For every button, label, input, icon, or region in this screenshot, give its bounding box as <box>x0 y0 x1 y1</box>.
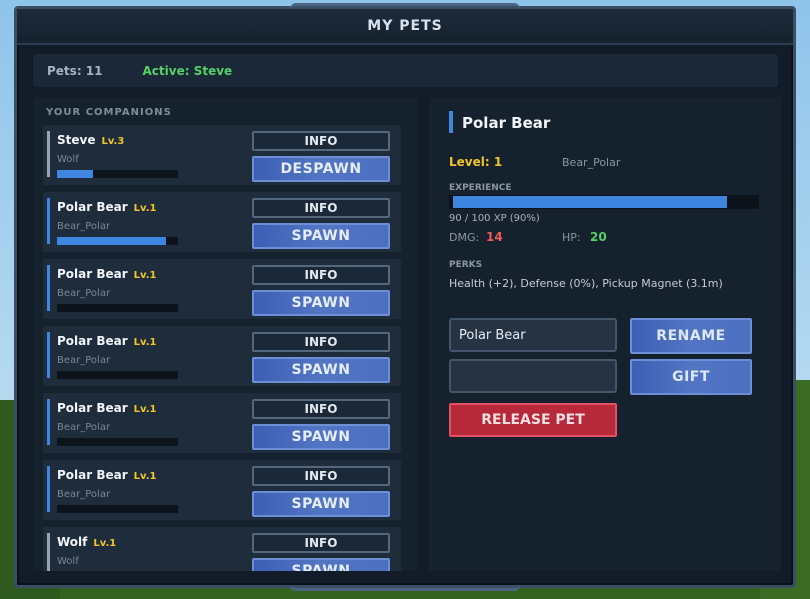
companion-xp-bar <box>57 237 178 245</box>
companion-name-text: Polar Bear <box>57 401 128 415</box>
dmg-label: DMG: <box>449 231 480 244</box>
info-button[interactable]: INFO <box>252 466 390 486</box>
bottom-ornament <box>290 581 520 591</box>
companion-card[interactable]: Polar Bear Lv.1 Bear_Polar INFO SPAWN <box>43 326 401 386</box>
companion-xp-bar <box>57 170 178 178</box>
spawn-button[interactable]: SPAWN <box>252 290 390 316</box>
companions-panel: YOUR COMPANIONS Steve Lv.3 Wolf INFO DESPAWN… <box>33 97 417 571</box>
rename-button[interactable]: RENAME <box>630 318 752 354</box>
spawn-button[interactable]: SPAWN <box>252 424 390 450</box>
companion-xp-fill <box>57 170 94 178</box>
despawn-button[interactable]: DESPAWN <box>252 156 390 182</box>
companion-card[interactable]: Polar Bear Lv.1 Bear_Polar INFO SPAWN <box>43 192 401 252</box>
companion-type: Wolf <box>57 154 79 165</box>
info-button[interactable]: INFO <box>252 198 390 218</box>
companion-name-text: Wolf <box>57 535 88 549</box>
companion-name: Polar Bear Lv.1 <box>57 401 157 415</box>
companion-level: Lv.1 <box>133 270 157 281</box>
experience-text: 90 / 100 XP (90%) <box>449 213 540 224</box>
companion-name: Steve Lv.3 <box>57 133 124 147</box>
companion-name-text: Polar Bear <box>57 267 128 281</box>
companion-level: Lv.1 <box>133 404 157 415</box>
info-button[interactable]: INFO <box>252 533 390 553</box>
companion-name: Polar Bear Lv.1 <box>57 267 157 281</box>
companion-xp-bar <box>57 505 178 513</box>
companion-name: Polar Bear Lv.1 <box>57 334 157 348</box>
details-level: Level: 1 <box>449 155 503 169</box>
info-button[interactable]: INFO <box>252 265 390 285</box>
experience-bar-fill <box>453 196 728 208</box>
spawn-button[interactable]: SPAWN <box>252 223 390 249</box>
companion-name-text: Polar Bear <box>57 200 128 214</box>
window-title: MY PETS <box>367 18 443 34</box>
companion-name: Polar Bear Lv.1 <box>57 468 157 482</box>
pet-details-panel: Polar Bear Level: 1 Bear_Polar EXPERIENC… <box>429 97 781 571</box>
active-pet: Active: Steve <box>142 63 233 78</box>
hp-value: 20 <box>590 230 607 244</box>
companion-level: Lv.1 <box>93 538 117 549</box>
card-accent <box>47 131 50 177</box>
companion-xp-bar <box>57 304 178 312</box>
companion-xp-fill <box>57 237 166 245</box>
companion-name-text: Polar Bear <box>57 334 128 348</box>
companion-type: Bear_Polar <box>57 422 111 433</box>
release-pet-button[interactable]: RELEASE PET <box>449 403 617 437</box>
companion-xp-bar <box>57 438 178 446</box>
companion-card[interactable]: Wolf Lv.1 Wolf INFO SPAWN <box>43 527 401 571</box>
companion-name-text: Polar Bear <box>57 468 128 482</box>
status-bar: Pets: 11 Active: Steve <box>33 54 778 87</box>
spawn-button[interactable]: SPAWN <box>252 357 390 383</box>
gift-button[interactable]: GIFT <box>630 359 752 395</box>
title-bar: MY PETS <box>17 9 793 45</box>
companion-level: Lv.1 <box>133 471 157 482</box>
rename-input[interactable] <box>449 318 617 352</box>
card-accent <box>47 466 50 512</box>
companion-type: Bear_Polar <box>57 355 111 366</box>
companion-type: Bear_Polar <box>57 221 111 232</box>
companion-name: Wolf Lv.1 <box>57 535 116 549</box>
info-button[interactable]: INFO <box>252 332 390 352</box>
experience-label: EXPERIENCE <box>449 183 512 193</box>
hp-label: HP: <box>562 231 581 244</box>
companion-name: Polar Bear Lv.1 <box>57 200 157 214</box>
card-accent <box>47 198 50 244</box>
perks-text: Health (+2), Defense (0%), Pickup Magnet… <box>449 277 723 290</box>
companion-card[interactable]: Polar Bear Lv.1 Bear_Polar INFO SPAWN <box>43 393 401 453</box>
companion-type: Bear_Polar <box>57 489 111 500</box>
title-ornament <box>290 3 520 13</box>
companion-xp-bar <box>57 371 178 379</box>
companion-level: Lv.3 <box>101 136 125 147</box>
details-pet-name: Polar Bear <box>462 114 551 132</box>
companion-level: Lv.1 <box>133 337 157 348</box>
companion-card[interactable]: Polar Bear Lv.1 Bear_Polar INFO SPAWN <box>43 259 401 319</box>
card-accent <box>47 399 50 445</box>
companion-type: Wolf <box>57 556 79 567</box>
companion-card[interactable]: Polar Bear Lv.1 Bear_Polar INFO SPAWN <box>43 460 401 520</box>
card-accent <box>47 265 50 311</box>
gift-input[interactable] <box>449 359 617 393</box>
info-button[interactable]: INFO <box>252 131 390 151</box>
companions-label: YOUR COMPANIONS <box>46 107 172 118</box>
companion-list: Steve Lv.3 Wolf INFO DESPAWN Polar Bear Lv.1 Be… <box>43 125 401 571</box>
details-accent <box>449 111 453 133</box>
pets-count: Pets: 11 <box>47 63 103 78</box>
companion-type: Bear_Polar <box>57 288 111 299</box>
companion-name-text: Steve <box>57 133 96 147</box>
pets-window: MY PETS Pets: 11 Active: Steve YOUR COMP… <box>14 3 796 591</box>
info-button[interactable]: INFO <box>252 399 390 419</box>
card-accent <box>47 332 50 378</box>
spawn-button[interactable]: SPAWN <box>252 558 390 571</box>
experience-bar <box>449 195 759 209</box>
companion-level: Lv.1 <box>133 203 157 214</box>
spawn-button[interactable]: SPAWN <box>252 491 390 517</box>
dmg-value: 14 <box>486 230 503 244</box>
companion-card[interactable]: Steve Lv.3 Wolf INFO DESPAWN <box>43 125 401 185</box>
perks-label: PERKS <box>449 260 483 270</box>
card-accent <box>47 533 50 571</box>
details-species: Bear_Polar <box>562 156 621 169</box>
